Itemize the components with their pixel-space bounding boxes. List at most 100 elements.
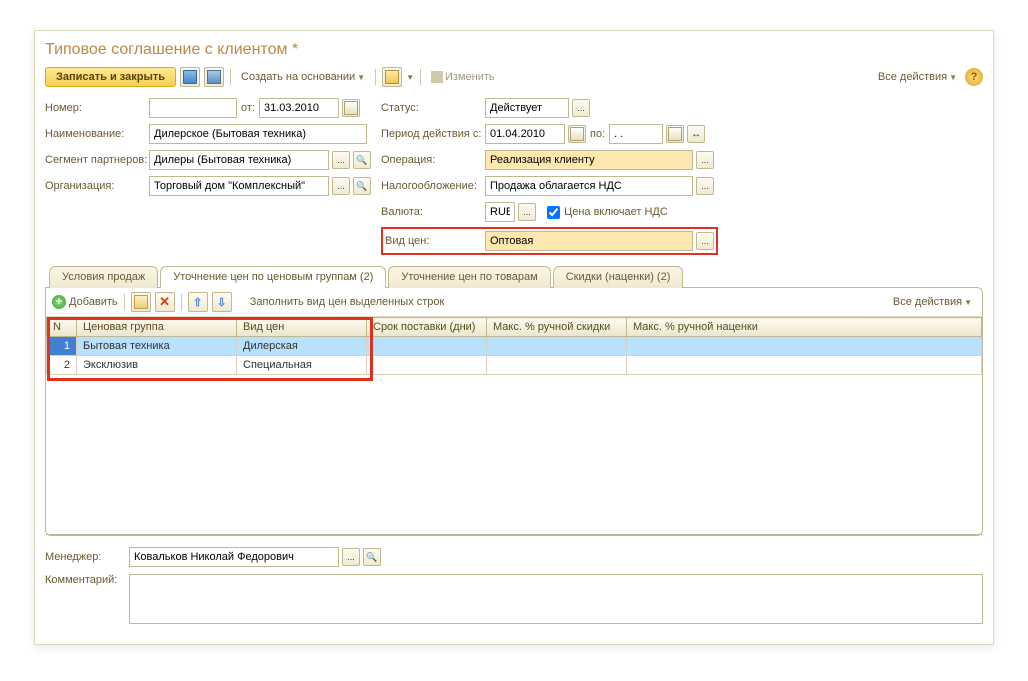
edit-icon: [431, 71, 443, 83]
disk-icon: [183, 70, 197, 84]
search-button[interactable]: 🔍: [363, 548, 381, 566]
move-up-button[interactable]: ⇧: [188, 292, 208, 312]
status-label: Статус:: [381, 102, 481, 114]
org-input[interactable]: [149, 176, 329, 196]
separator: [181, 294, 182, 310]
create-based-button[interactable]: Создать на основании▼: [237, 69, 369, 85]
price-type-highlight: Вид цен: ...: [381, 227, 718, 255]
tab-sales-conditions[interactable]: Условия продаж: [49, 266, 158, 288]
price-type-label: Вид цен:: [385, 235, 481, 247]
tab-price-goods[interactable]: Уточнение цен по товарам: [388, 266, 550, 288]
calendar-button[interactable]: [666, 125, 684, 143]
chevron-down-icon: ▼: [406, 73, 414, 82]
separator: [375, 69, 376, 85]
period-to-label: по:: [590, 128, 605, 140]
list-icon: [207, 70, 221, 84]
status-input[interactable]: [485, 98, 569, 118]
tab-price-groups[interactable]: Уточнение цен по ценовым группам (2): [160, 266, 386, 288]
tab-panel: +Добавить ✕ ⇧ ⇩ Заполнить вид цен выделе…: [45, 287, 983, 536]
org-label: Организация:: [45, 180, 145, 192]
plus-icon: +: [52, 295, 66, 309]
tab-all-actions-button[interactable]: Все действия▼: [889, 294, 976, 310]
calendar-button[interactable]: [568, 125, 586, 143]
page-title: Типовое соглашение с клиентом *: [45, 41, 983, 59]
gear-icon: [385, 70, 399, 84]
copy-row-button[interactable]: [131, 292, 151, 312]
select-button[interactable]: ...: [696, 177, 714, 195]
tab-toolbar: +Добавить ✕ ⇧ ⇩ Заполнить вид цен выделе…: [46, 288, 982, 317]
name-label: Наименование:: [45, 128, 145, 140]
arrow-up-icon: ⇧: [193, 296, 202, 309]
manager-input[interactable]: [129, 547, 339, 567]
operation-input[interactable]: [485, 150, 693, 170]
name-input[interactable]: [149, 124, 367, 144]
segment-label: Сегмент партнеров:: [45, 154, 145, 166]
col-n[interactable]: N: [47, 318, 77, 337]
number-label: Номер:: [45, 102, 145, 114]
calendar-icon: [668, 127, 682, 141]
move-down-button[interactable]: ⇩: [212, 292, 232, 312]
save-close-button[interactable]: Записать и закрыть: [45, 67, 176, 87]
chevron-down-icon: ▼: [964, 298, 972, 307]
copy-icon: [134, 295, 148, 309]
price-incl-vat-checkbox[interactable]: [547, 206, 560, 219]
col-max-discount[interactable]: Макс. % ручной скидки: [487, 318, 627, 337]
bottom-form: Менеджер: ...🔍 Комментарий:: [45, 546, 983, 624]
swap-button[interactable]: ↔: [687, 125, 705, 143]
col-max-markup[interactable]: Макс. % ручной наценки: [627, 318, 982, 337]
comment-label: Комментарий:: [45, 574, 125, 586]
select-button[interactable]: ...: [342, 548, 360, 566]
table-row[interactable]: 2 Эксклюзив Специальная: [47, 356, 982, 375]
select-button[interactable]: ...: [518, 203, 536, 221]
comment-textarea[interactable]: [129, 574, 983, 624]
from-date-input[interactable]: [259, 98, 339, 118]
swap-icon: ↔: [691, 129, 701, 140]
period-label: Период действия с:: [381, 128, 481, 140]
col-group[interactable]: Ценовая группа: [77, 318, 237, 337]
search-button[interactable]: 🔍: [353, 151, 371, 169]
price-type-input[interactable]: [485, 231, 693, 251]
delete-icon: ✕: [159, 294, 170, 310]
select-button[interactable]: ...: [572, 99, 590, 117]
number-input[interactable]: [149, 98, 237, 118]
calendar-icon: [344, 101, 358, 115]
tab-bar: Условия продаж Уточнение цен по ценовым …: [45, 265, 983, 287]
all-actions-button[interactable]: Все действия▼: [874, 69, 961, 85]
table-row[interactable]: 1 Бытовая техника Дилерская: [47, 337, 982, 356]
tab-discounts[interactable]: Скидки (наценки) (2): [553, 266, 684, 288]
period-to-input[interactable]: [609, 124, 663, 144]
select-button[interactable]: ...: [696, 232, 714, 250]
main-toolbar: Записать и закрыть Создать на основании▼…: [45, 67, 983, 87]
period-from-input[interactable]: [485, 124, 565, 144]
operation-label: Операция:: [381, 154, 481, 166]
delete-row-button[interactable]: ✕: [155, 292, 175, 312]
edit-button[interactable]: Изменить: [427, 69, 499, 85]
separator: [420, 69, 421, 85]
price-incl-vat-label: Цена включает НДС: [564, 206, 668, 218]
list-button[interactable]: [204, 67, 224, 87]
separator: [230, 69, 231, 85]
form-area: Номер: от: Наименование: Сегмент партнер…: [45, 97, 983, 255]
manager-label: Менеджер:: [45, 551, 125, 563]
calendar-button[interactable]: [342, 99, 360, 117]
window: Типовое соглашение с клиентом * Записать…: [34, 30, 994, 645]
col-price-type[interactable]: Вид цен: [237, 318, 367, 337]
search-button[interactable]: 🔍: [353, 177, 371, 195]
save-button[interactable]: [180, 67, 200, 87]
select-button[interactable]: ...: [332, 177, 350, 195]
help-button[interactable]: ?: [965, 68, 983, 86]
grid-empty-area: [46, 375, 982, 535]
settings-button[interactable]: [382, 67, 402, 87]
segment-input[interactable]: [149, 150, 329, 170]
tax-input[interactable]: [485, 176, 693, 196]
fill-price-type-button[interactable]: Заполнить вид цен выделенных строк: [246, 294, 449, 310]
add-row-button[interactable]: +Добавить: [52, 295, 118, 309]
from-label: от:: [241, 102, 255, 114]
arrow-down-icon: ⇩: [217, 296, 226, 309]
currency-label: Валюта:: [381, 206, 481, 218]
select-button[interactable]: ...: [332, 151, 350, 169]
currency-input[interactable]: [485, 202, 515, 222]
col-delivery[interactable]: Срок поставки (дни): [367, 318, 487, 337]
select-button[interactable]: ...: [696, 151, 714, 169]
chevron-down-icon: ▼: [357, 73, 365, 82]
